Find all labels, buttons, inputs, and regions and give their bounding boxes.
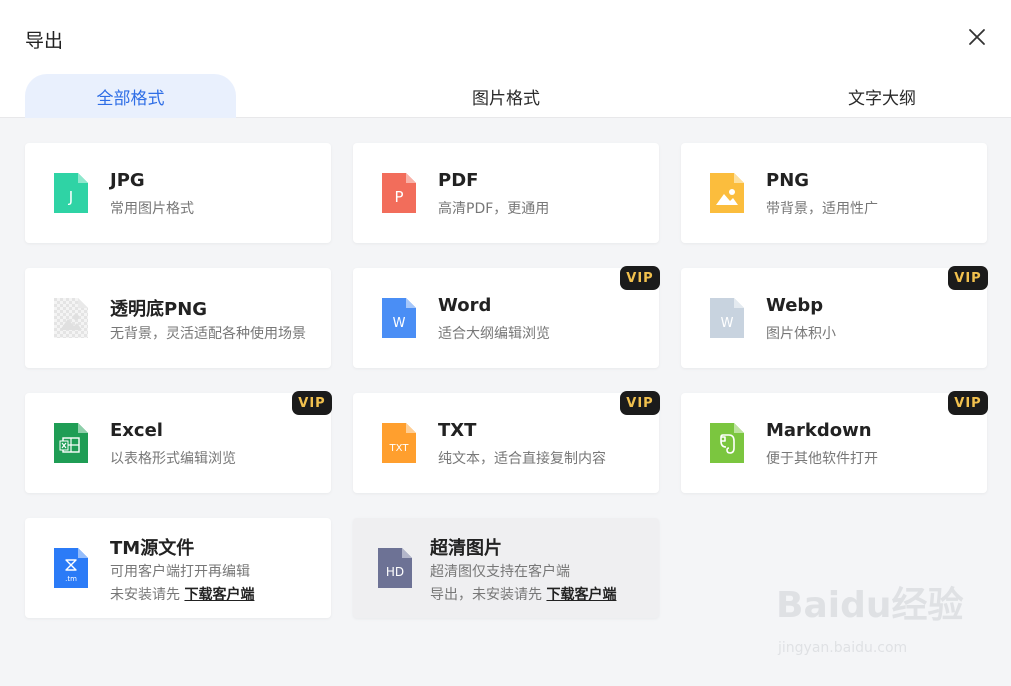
tm-file-icon: .tm xyxy=(54,548,88,588)
install-hint: 导出，未安装请先 下载客户端 xyxy=(430,584,616,604)
svg-text:.tm: .tm xyxy=(65,575,77,583)
format-card-tm[interactable]: .tm TM源文件 可用客户端打开再编辑 未安装请先 下载客户端 xyxy=(25,518,331,618)
format-name: JPG xyxy=(110,170,145,191)
webp-file-icon: W xyxy=(710,298,744,338)
svg-text:HD: HD xyxy=(386,565,404,579)
format-card-markdown[interactable]: Markdown 便于其他软件打开 VIP xyxy=(681,391,988,493)
format-name: Excel xyxy=(110,420,163,441)
format-description: 带背景，适用性广 xyxy=(766,201,878,217)
format-card-excel[interactable]: Excel 以表格形式编辑浏览 VIP xyxy=(25,391,332,493)
format-name: Markdown xyxy=(766,420,872,441)
format-card-pdf[interactable]: P PDF 高清PDF，更通用 xyxy=(353,143,659,243)
format-name: Word xyxy=(438,295,492,316)
pdf-file-icon: P xyxy=(382,173,416,213)
download-client-link[interactable]: 下载客户端 xyxy=(184,587,254,603)
format-description: 纯文本，适合直接复制内容 xyxy=(438,451,606,467)
watermark: Baidu经验 jingyan.baidu.com xyxy=(772,576,992,666)
format-description: 适合大纲编辑浏览 xyxy=(438,326,550,342)
format-description: 可用客户端打开再编辑 xyxy=(110,564,250,580)
install-hint-text: 导出，未安装请先 xyxy=(430,587,542,603)
format-description: 超清图仅支持在客户端 xyxy=(430,564,570,580)
format-description: 常用图片格式 xyxy=(110,201,194,217)
install-hint: 未安装请先 下载客户端 xyxy=(110,584,254,604)
format-name: PDF xyxy=(438,170,479,191)
format-card-jpg[interactable]: J JPG 常用图片格式 xyxy=(25,143,331,243)
format-description: 便于其他软件打开 xyxy=(766,451,878,467)
word-file-icon: W xyxy=(382,298,416,338)
excel-file-icon xyxy=(54,423,88,463)
download-client-link[interactable]: 下载客户端 xyxy=(546,587,616,603)
vip-badge: VIP xyxy=(620,391,660,415)
format-description: 高清PDF，更通用 xyxy=(438,201,550,217)
vip-badge: VIP xyxy=(292,391,332,415)
close-icon xyxy=(969,29,985,45)
jpg-file-icon: J xyxy=(54,173,88,213)
svg-text:TXT: TXT xyxy=(389,443,410,454)
dialog-header: 导出 全部格式 图片格式 文字大纲 xyxy=(0,0,1011,118)
watermark-brand: Baidu经验 xyxy=(776,585,964,626)
evernote-file-icon xyxy=(710,423,744,463)
format-description: 无背景，灵活适配各种使用场景 xyxy=(110,326,306,342)
tab-all-formats[interactable]: 全部格式 xyxy=(25,74,236,118)
format-name: TM源文件 xyxy=(110,538,195,559)
tab-text-outline[interactable]: 文字大纲 xyxy=(782,74,982,118)
svg-text:J: J xyxy=(68,188,73,206)
format-name: TXT xyxy=(438,420,477,441)
png-file-icon xyxy=(710,173,744,213)
svg-text:W: W xyxy=(393,316,406,331)
format-name: 透明底PNG xyxy=(110,299,208,320)
vip-badge: VIP xyxy=(948,391,988,415)
format-card-hd-image[interactable]: HD 超清图片 超清图仅支持在客户端 导出，未安装请先 下载客户端 xyxy=(353,518,659,618)
watermark-url: jingyan.baidu.com xyxy=(778,640,908,656)
format-name: PNG xyxy=(766,170,810,191)
format-card-webp[interactable]: W Webp 图片体积小 VIP xyxy=(681,266,988,368)
dialog-title: 导出 xyxy=(25,30,64,52)
transparent-png-file-icon xyxy=(54,298,88,338)
format-description: 以表格形式编辑浏览 xyxy=(110,451,236,467)
hd-file-icon: HD xyxy=(378,548,412,588)
format-card-transparent-png[interactable]: 透明底PNG 无背景，灵活适配各种使用场景 xyxy=(25,268,331,368)
format-name: 超清图片 xyxy=(430,538,502,559)
vip-badge: VIP xyxy=(620,266,660,290)
format-card-png[interactable]: PNG 带背景，适用性广 xyxy=(681,143,987,243)
tab-image-formats[interactable]: 图片格式 xyxy=(406,74,606,118)
close-button[interactable] xyxy=(964,24,990,50)
svg-text:P: P xyxy=(394,188,403,206)
format-card-txt[interactable]: TXT TXT 纯文本，适合直接复制内容 VIP xyxy=(353,391,660,493)
svg-text:W: W xyxy=(721,316,734,331)
install-hint-text: 未安装请先 xyxy=(110,587,180,603)
format-name: Webp xyxy=(766,295,824,316)
txt-file-icon: TXT xyxy=(382,423,416,463)
format-card-word[interactable]: W Word 适合大纲编辑浏览 VIP xyxy=(353,266,660,368)
format-description: 图片体积小 xyxy=(766,326,836,342)
vip-badge: VIP xyxy=(948,266,988,290)
